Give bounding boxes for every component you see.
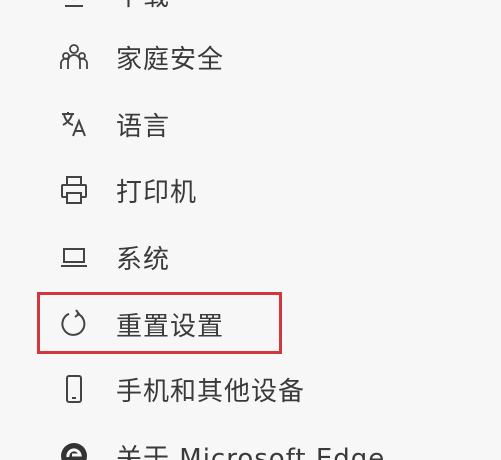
menu-item-system[interactable]: 系统 (56, 233, 170, 281)
menu-item-downloads[interactable]: 下载 (56, 0, 170, 18)
menu-item-phone-devices[interactable]: 手机和其他设备 (56, 365, 305, 413)
phone-icon (56, 371, 92, 407)
download-icon (56, 0, 92, 12)
highlight-box (37, 292, 282, 354)
menu-item-language[interactable]: 语言 (56, 100, 170, 148)
language-icon (56, 106, 92, 142)
edge-icon (56, 438, 92, 460)
menu-item-label: 关于 Microsoft Edge (116, 443, 386, 460)
menu-item-label: 下载 (116, 0, 170, 13)
menu-item-label: 打印机 (116, 177, 198, 208)
menu-item-label: 系统 (116, 244, 171, 275)
menu-item-label: 语言 (116, 111, 171, 142)
printer-icon (56, 172, 92, 208)
menu-item-label: 手机和其他设备 (116, 376, 306, 407)
menu-item-label: 家庭安全 (116, 44, 225, 75)
family-icon (56, 39, 92, 75)
laptop-icon (56, 239, 92, 275)
menu-item-printer[interactable]: 打印机 (56, 166, 197, 214)
menu-item-about-edge[interactable]: 关于 Microsoft Edge (56, 432, 385, 460)
menu-item-family-safety[interactable]: 家庭安全 (56, 33, 224, 81)
settings-menu: 下载 家庭安全 语言 (0, 0, 501, 460)
